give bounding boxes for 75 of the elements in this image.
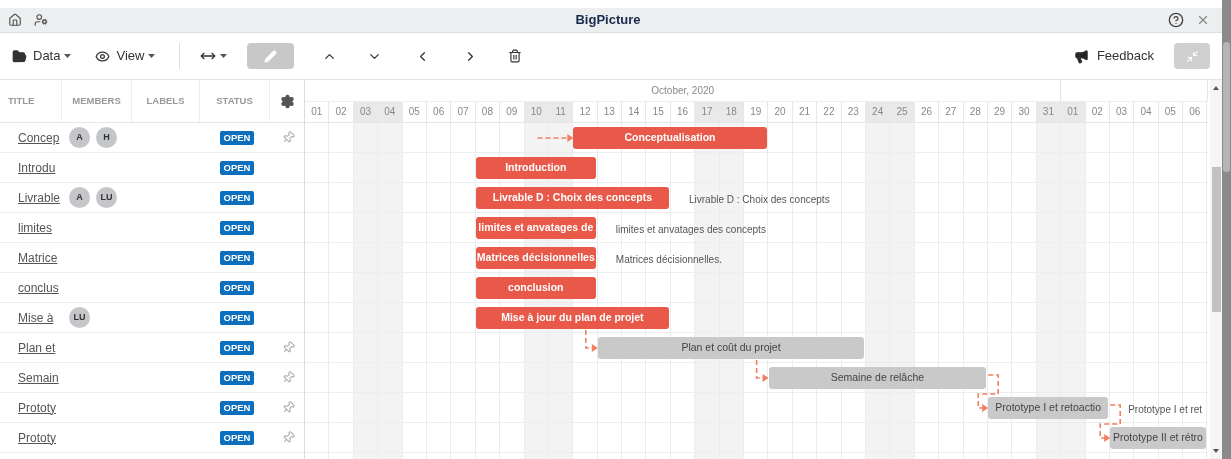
- day-header-cell: 01: [1061, 101, 1086, 122]
- window-title: BigPicture: [575, 11, 641, 30]
- member-avatar[interactable]: LU: [96, 187, 117, 208]
- status-badge: OPEN: [219, 220, 255, 235]
- pencil-icon: [264, 49, 278, 63]
- task-title-link[interactable]: Concep: [0, 128, 62, 147]
- task-title-link[interactable]: Plan et: [0, 338, 62, 357]
- task-bar[interactable]: conclusion: [475, 277, 596, 299]
- day-header-cell: 17: [695, 101, 720, 122]
- toolbar-menu[interactable]: Data: [12, 46, 72, 66]
- member-avatar[interactable]: H: [96, 127, 117, 148]
- task-bar[interactable]: Prototype II et rétro: [1110, 427, 1206, 449]
- task-note: Livrable D : Choix des concepts: [689, 193, 830, 207]
- feedback-button[interactable]: Feedback: [1073, 46, 1154, 66]
- status-badge: OPEN: [219, 130, 255, 145]
- task-bar[interactable]: Prototype I et retoactio: [988, 397, 1109, 419]
- task-title-link[interactable]: Introdu: [0, 158, 62, 177]
- task-title-link[interactable]: limites: [0, 218, 62, 237]
- task-bar[interactable]: Plan et coût du projet: [597, 337, 865, 359]
- status-badge: OPEN: [219, 370, 255, 385]
- status-badge: OPEN: [219, 430, 255, 445]
- status-badge: OPEN: [219, 160, 255, 175]
- status-badge: OPEN: [219, 340, 255, 355]
- task-title-link[interactable]: conclus: [0, 278, 62, 297]
- user-settings-icon[interactable]: [34, 13, 48, 27]
- member-avatar[interactable]: LU: [69, 307, 90, 328]
- scroll-up-icon[interactable]: [1213, 86, 1219, 90]
- task-title-link[interactable]: Prototy: [0, 428, 62, 447]
- task-bar[interactable]: Matrices décisionnelles: [475, 247, 596, 269]
- member-avatar[interactable]: A: [69, 187, 90, 208]
- day-header-cell: 31: [1036, 101, 1062, 122]
- page-scrollbar[interactable]: [1222, 0, 1231, 459]
- eye-icon: [95, 48, 111, 64]
- home-icon[interactable]: [8, 13, 22, 27]
- day-header-cell: 03: [353, 101, 379, 122]
- task-title-link[interactable]: Matrice: [0, 248, 62, 267]
- help-icon[interactable]: [1168, 12, 1184, 28]
- caret-icon: [148, 54, 156, 58]
- day-header-cell: 25: [890, 101, 915, 122]
- status-badge: OPEN: [219, 280, 255, 295]
- caret-icon: [64, 54, 72, 58]
- task-title-link[interactable]: Mise à: [0, 308, 62, 327]
- task-title-link[interactable]: Prototy: [0, 398, 62, 417]
- scroll-down-icon[interactable]: [1213, 449, 1219, 453]
- task-title-link[interactable]: Semain: [0, 368, 62, 387]
- task-title-link[interactable]: Livrable: [0, 188, 62, 207]
- task-bar[interactable]: Semaine de relâche: [768, 367, 987, 389]
- task-bar[interactable]: limites et anvatages de: [475, 217, 596, 239]
- status-badge: OPEN: [219, 310, 255, 325]
- status-badge: OPEN: [219, 400, 255, 415]
- day-header-cell: 18: [719, 101, 745, 122]
- task-bar[interactable]: Introduction: [475, 157, 596, 179]
- day-header-cell: 24: [866, 101, 891, 122]
- day-header-cell: 04: [378, 101, 403, 122]
- task-note: Matrices décisionnelles.: [615, 253, 722, 267]
- task-bar[interactable]: Mise à jour du plan de projet: [475, 307, 669, 329]
- delete-icon[interactable]: [508, 49, 523, 63]
- scrollbar[interactable]: [1210, 80, 1222, 459]
- month-label: October, 2020: [651, 83, 715, 98]
- megaphone-icon: [1073, 48, 1089, 64]
- member-avatar[interactable]: A: [69, 127, 90, 148]
- task-bar[interactable]: Livrable D : Choix des concepts: [475, 187, 669, 209]
- settings-icon[interactable]: [279, 93, 295, 109]
- caret-icon: [220, 54, 228, 58]
- close-icon[interactable]: [1196, 13, 1210, 27]
- task-note: limites et anvatages des concepts: [615, 223, 766, 237]
- task-bar[interactable]: Conceptualisation: [573, 127, 767, 149]
- status-badge: OPEN: [219, 190, 255, 205]
- folder-icon: [12, 48, 27, 64]
- status-badge: OPEN: [219, 250, 255, 265]
- task-note: Prototype I et ret: [1128, 403, 1203, 417]
- day-header-cell: 10: [524, 101, 549, 122]
- day-header-cell: 11: [548, 101, 574, 122]
- shrink-icon: [1185, 49, 1199, 63]
- toolbar-menu[interactable]: View: [95, 46, 156, 66]
